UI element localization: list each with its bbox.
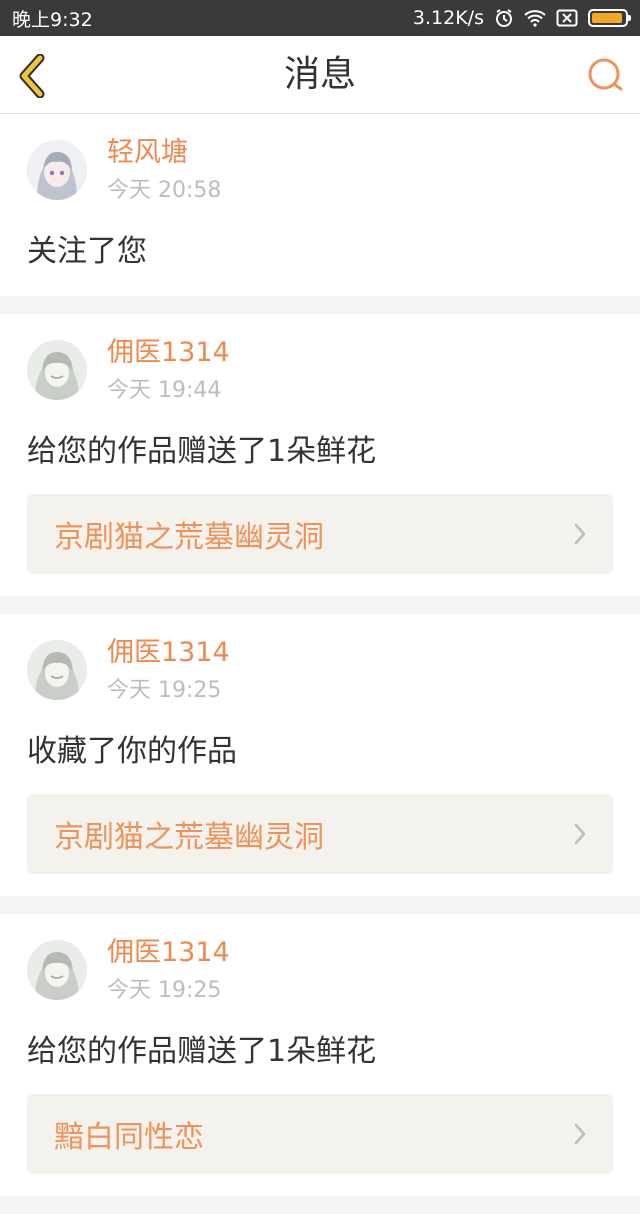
- username[interactable]: 佣医1314: [107, 336, 230, 370]
- status-bar: 晚上9:32 3.12K/s: [0, 0, 640, 36]
- message-header: 佣医1314 今天 19:25: [27, 636, 613, 712]
- work-title: 京剧猫之荒墓幽灵洞: [54, 820, 324, 855]
- message-meta: 佣医1314 今天 19:25: [107, 636, 230, 706]
- search-button[interactable]: [586, 56, 624, 94]
- message-text: 收藏了你的作品: [27, 734, 237, 769]
- message-header: 佣医1314 今天 19:44: [27, 336, 613, 412]
- timestamp: 今天 19:25: [107, 678, 222, 703]
- chevron-right-icon: [574, 1123, 586, 1145]
- avatar[interactable]: [27, 140, 87, 200]
- username[interactable]: 轻风塘: [107, 136, 221, 170]
- work-link[interactable]: 黯白同性恋: [27, 1094, 613, 1174]
- status-time: 晚上9:32: [12, 8, 93, 31]
- timestamp: 今天 19:44: [107, 378, 222, 403]
- battery-level: [592, 13, 623, 23]
- message-item[interactable]: 佣医1314 今天 19:44 给您的作品赠送了1朵鲜花 京剧猫之荒墓幽灵洞: [0, 314, 640, 596]
- chevron-right-icon: [574, 823, 586, 845]
- timestamp: 今天 19:25: [107, 978, 222, 1003]
- wifi-icon: [524, 9, 546, 27]
- page-title: 消息: [283, 54, 356, 95]
- search-icon: [588, 58, 623, 91]
- timestamp: 今天 20:58: [107, 178, 222, 203]
- chevron-right-icon: [574, 523, 586, 545]
- message-text: 给您的作品赠送了1朵鲜花: [27, 434, 377, 469]
- username[interactable]: 佣医1314: [107, 936, 230, 970]
- work-link[interactable]: 京剧猫之荒墓幽灵洞: [27, 494, 613, 574]
- sim-off-icon: [556, 9, 578, 27]
- message-meta: 佣医1314 今天 19:44: [107, 336, 230, 406]
- message-item[interactable]: 轻风塘 今天 20:58 关注了您: [0, 114, 640, 296]
- message-item[interactable]: 佣医1314 今天 19:25 给您的作品赠送了1朵鲜花 黯白同性恋: [0, 914, 640, 1196]
- message-header: 轻风塘 今天 20:58: [27, 136, 613, 212]
- work-link[interactable]: 京剧猫之荒墓幽灵洞: [27, 794, 613, 874]
- username[interactable]: 佣医1314: [107, 636, 230, 670]
- network-speed: 3.12K/s: [412, 7, 484, 29]
- message-text: 给您的作品赠送了1朵鲜花: [27, 1034, 377, 1069]
- alarm-icon: [494, 8, 514, 28]
- message-list: 轻风塘 今天 20:58 关注了您 佣医1314 今天 19:44 给您的作品赠…: [0, 114, 640, 1214]
- avatar[interactable]: [27, 940, 87, 1000]
- avatar[interactable]: [27, 640, 87, 700]
- nav-bar: 消息: [0, 36, 640, 114]
- work-title: 黯白同性恋: [54, 1120, 204, 1155]
- message-item[interactable]: 佣医1314 今天 19:25 收藏了你的作品 京剧猫之荒墓幽灵洞: [0, 614, 640, 896]
- message-meta: 佣医1314 今天 19:25: [107, 936, 230, 1006]
- battery-icon: [588, 9, 631, 27]
- work-title: 京剧猫之荒墓幽灵洞: [54, 520, 324, 555]
- message-text: 关注了您: [27, 234, 147, 269]
- status-right: 3.12K/s: [412, 7, 631, 29]
- message-meta: 轻风塘 今天 20:58: [107, 136, 222, 206]
- message-header: 佣医1314 今天 19:25: [27, 936, 613, 1012]
- avatar[interactable]: [27, 340, 87, 400]
